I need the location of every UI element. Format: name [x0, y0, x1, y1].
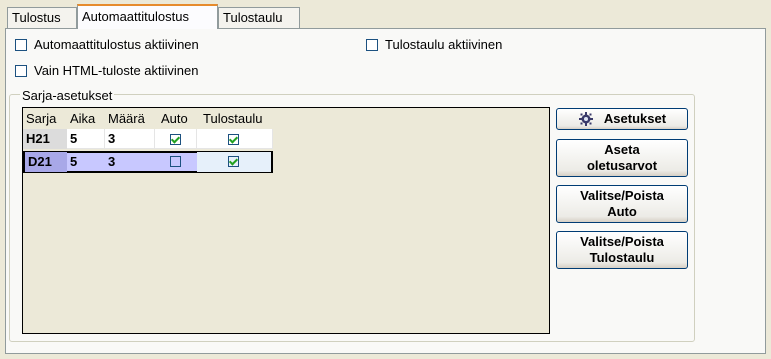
- col-header-aika[interactable]: Aika: [67, 109, 105, 129]
- col-header-maara[interactable]: Määrä: [105, 109, 155, 129]
- board-active-label: Tulostaulu aktiivinen: [385, 37, 503, 52]
- tab-tulostaulu[interactable]: Tulostaulu: [218, 7, 300, 28]
- html-only-checkbox[interactable]: [15, 65, 27, 77]
- col-header-auto[interactable]: Auto: [155, 109, 197, 129]
- toggle-auto-button[interactable]: Valitse/Poista Auto: [556, 185, 688, 223]
- settings-button-label: Asetukset: [603, 111, 667, 126]
- row-h21-tulostaulu-checkbox[interactable]: [228, 134, 239, 145]
- gear-icon: [578, 111, 594, 127]
- toggle-tulostaulu-label-line2: Tulostaulu: [589, 250, 655, 265]
- tab-automaattitulostus[interactable]: Automaattitulostus: [77, 4, 218, 29]
- row-d21-tulostaulu-checkbox[interactable]: [228, 156, 239, 167]
- toggle-auto-label-line2: Auto: [607, 204, 637, 219]
- html-only-label: Vain HTML-tuloste aktiivinen: [34, 63, 199, 78]
- toggle-tulostaulu-label-line1: Valitse/Poista: [580, 234, 664, 249]
- series-grid[interactable]: Sarja Aika Määrä Auto Tulostaulu H21 5 3…: [22, 107, 550, 334]
- row-d21-aika[interactable]: 5: [67, 152, 105, 172]
- toggle-auto-label-line1: Valitse/Poista: [580, 188, 664, 203]
- set-defaults-button[interactable]: Aseta oletusarvot: [556, 139, 688, 177]
- series-settings-title: Sarja-asetukset: [20, 88, 115, 103]
- row-h21-sarja[interactable]: H21: [23, 129, 67, 149]
- row-d21-auto-checkbox[interactable]: [170, 156, 181, 167]
- set-defaults-label-line1: Aseta: [604, 142, 640, 157]
- toggle-tulostaulu-button[interactable]: Valitse/Poista Tulostaulu: [556, 231, 688, 269]
- row-h21-aika[interactable]: 5: [67, 129, 105, 149]
- row-d21-sarja[interactable]: D21: [25, 152, 67, 172]
- col-header-tulostaulu[interactable]: Tulostaulu: [197, 109, 273, 129]
- row-d21-maara[interactable]: 3: [105, 152, 155, 172]
- board-active-checkbox[interactable]: [366, 39, 378, 51]
- auto-active-checkbox[interactable]: [15, 39, 27, 51]
- row-h21-maara[interactable]: 3: [105, 129, 155, 149]
- tab-tulostus[interactable]: Tulostus: [7, 7, 77, 28]
- col-header-sarja[interactable]: Sarja: [23, 109, 67, 129]
- set-defaults-label-line2: oletusarvot: [586, 158, 658, 173]
- row-h21-auto-checkbox[interactable]: [170, 134, 181, 145]
- settings-button[interactable]: Asetukset: [556, 108, 688, 130]
- auto-active-label: Automaattitulostus aktiivinen: [34, 37, 199, 52]
